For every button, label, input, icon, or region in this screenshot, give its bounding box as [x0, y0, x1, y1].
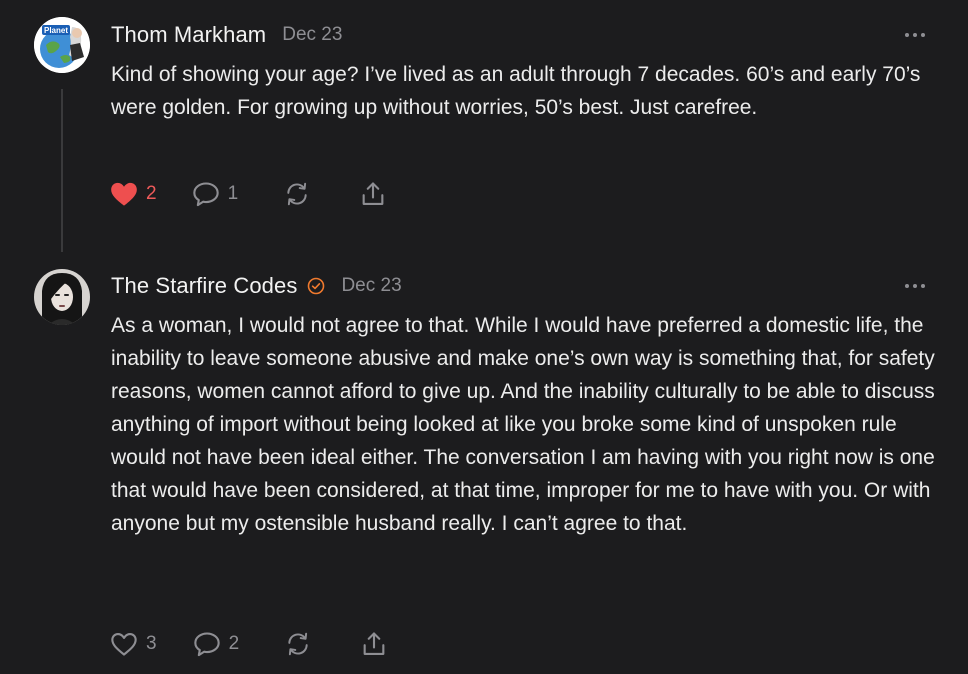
comment-header: The Starfire Codes Dec 23: [111, 271, 402, 301]
avatar-label: Planet: [44, 26, 69, 35]
comment: The Starfire Codes Dec 23 As a woman, I …: [0, 260, 968, 674]
comment-date[interactable]: Dec 23: [282, 24, 342, 46]
share-icon: [362, 182, 384, 205]
ellipsis-icon[interactable]: [904, 31, 926, 39]
comment-header: Thom Markham Dec 23: [111, 20, 342, 50]
avatar[interactable]: [34, 269, 90, 325]
like-count: 3: [146, 633, 157, 654]
ellipsis-icon[interactable]: [904, 282, 926, 290]
like-button[interactable]: 3: [110, 631, 157, 657]
comment-body: As a woman, I would not agree to that. W…: [111, 314, 935, 535]
like-count: 2: [146, 183, 157, 204]
share-button[interactable]: [360, 630, 388, 658]
portrait-avatar-icon: [34, 269, 90, 325]
reply-button[interactable]: 1: [192, 181, 239, 207]
like-button[interactable]: 2: [110, 181, 157, 207]
reply-count: 2: [228, 633, 240, 654]
comment-date[interactable]: Dec 23: [341, 275, 401, 297]
reply-button[interactable]: 2: [193, 631, 240, 657]
restack-icon: [287, 182, 307, 206]
heart-icon: [111, 633, 137, 656]
heart-icon: [111, 182, 137, 206]
restack-button[interactable]: [284, 631, 312, 657]
comment-actions: 2 1: [110, 179, 387, 209]
author-name[interactable]: Thom Markham: [111, 22, 266, 48]
reply-count: 1: [227, 183, 239, 204]
avatar[interactable]: Planet: [34, 17, 90, 73]
comment: Planet Thom Markham Dec 23 Kind of showi…: [0, 0, 968, 260]
share-button[interactable]: [359, 180, 387, 208]
speech-bubble-icon: [193, 632, 220, 657]
comment-actions: 3 2: [110, 629, 388, 659]
speech-bubble-icon: [192, 182, 219, 207]
verified-badge-icon: [308, 277, 325, 295]
author-name[interactable]: The Starfire Codes: [111, 273, 297, 299]
restack-button[interactable]: [283, 181, 311, 207]
share-icon: [363, 632, 385, 655]
comment-body: Kind of showing your age? I’ve lived as …: [111, 63, 921, 119]
thread-line: [61, 89, 63, 252]
restack-icon: [288, 632, 308, 656]
